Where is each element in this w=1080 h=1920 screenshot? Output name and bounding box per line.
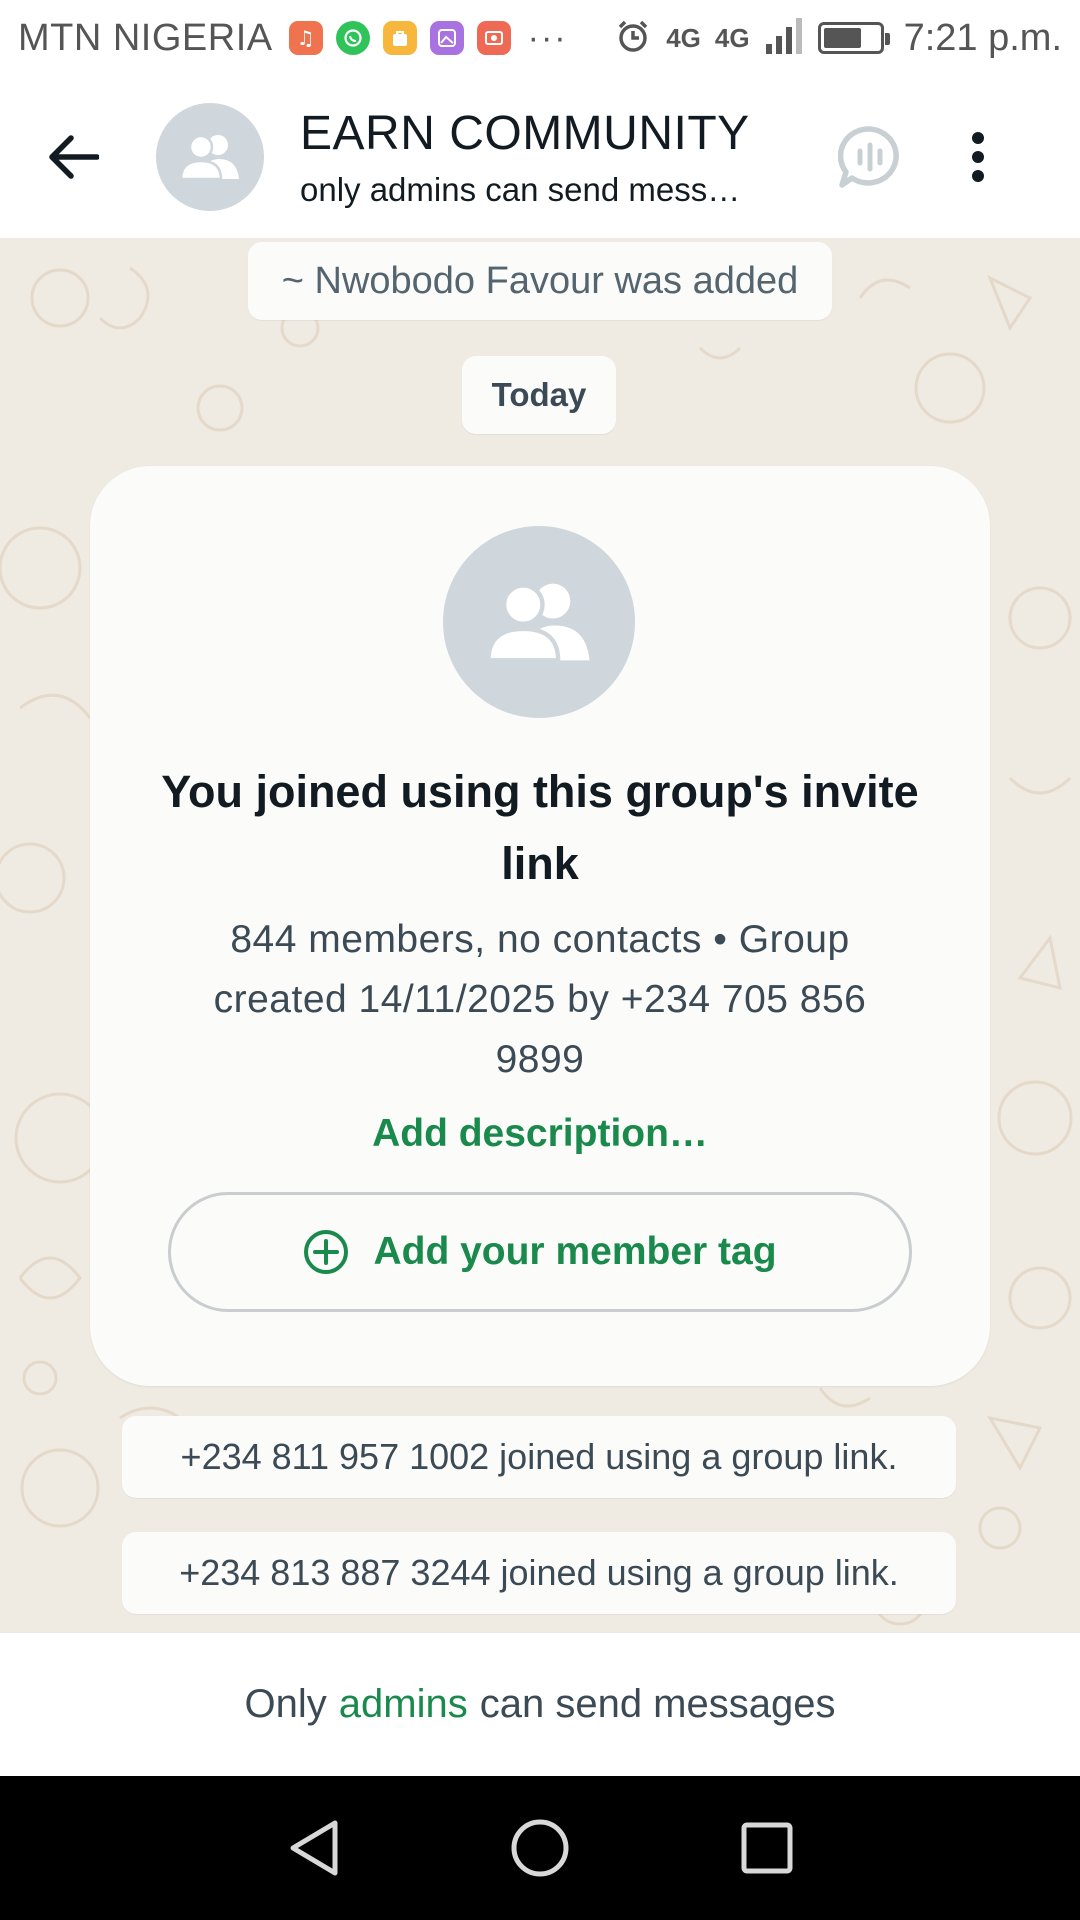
admins-only-footer: Only admins can send messages <box>0 1632 1080 1776</box>
whatsapp-icon <box>335 21 370 55</box>
chat-area[interactable]: ~ Nwobodo Favour was added Today You joi… <box>0 238 1080 1632</box>
group-icon <box>179 134 239 181</box>
nav-home-button[interactable] <box>495 1803 585 1893</box>
system-status-icons: 4G 4G 7:21 p.m. <box>614 16 1062 61</box>
nav-recents-button[interactable] <box>722 1803 812 1893</box>
group-icon <box>486 583 590 663</box>
invite-card-title: You joined using this group's invite lin… <box>161 766 919 889</box>
group-avatar-large[interactable] <box>443 526 635 718</box>
group-title: EARN COMMUNITY <box>300 106 750 160</box>
alarm-icon <box>614 17 652 60</box>
more-notifications-icon: ··· <box>527 18 568 57</box>
back-button[interactable] <box>28 112 118 202</box>
nav-home-icon <box>511 1819 569 1877</box>
more-vert-icon <box>972 132 984 182</box>
system-navigation-bar <box>0 1776 1080 1920</box>
add-description-link[interactable]: Add description… <box>240 1112 840 1156</box>
network-type-2: 4G <box>714 23 750 53</box>
gallery-icon <box>429 21 464 55</box>
footer-text-prefix: Only <box>244 1682 327 1726</box>
status-bar: MTN NIGERIA ♫ ··· 4G 4G 7:21 p.m. <box>0 0 1080 76</box>
battery-level-fill <box>823 28 862 48</box>
add-member-tag-label: Add your member tag <box>373 1230 777 1273</box>
voice-chat-button[interactable] <box>830 117 910 197</box>
signal-icon <box>764 16 804 61</box>
footer-text-suffix: can send messages <box>479 1682 836 1726</box>
voice-chat-icon <box>838 126 899 188</box>
group-subtitle: only admins can send mess… <box>300 170 741 208</box>
group-meta-info: 844 members, no contacts • Group created… <box>213 918 867 1081</box>
chat-header: EARN COMMUNITY only admins can send mess… <box>0 76 1080 238</box>
notification-icons: ♫ ··· <box>288 18 568 58</box>
screen-recorder-icon <box>476 21 511 55</box>
overflow-menu-button[interactable] <box>948 112 1008 202</box>
network-type-1: 4G <box>666 23 701 53</box>
carrier-name: MTN NIGERIA <box>18 16 273 59</box>
add-member-tag-button[interactable]: Add your member tag <box>168 1192 912 1312</box>
nav-back-button[interactable] <box>268 1803 358 1893</box>
invite-link-card: You joined using this group's invite lin… <box>90 466 990 1386</box>
music-app-icon: ♫ <box>288 21 323 55</box>
group-info[interactable]: EARN COMMUNITY only admins can send mess… <box>300 106 810 209</box>
group-avatar[interactable] <box>156 103 264 211</box>
system-message-joined: +234 813 887 3244 joined using a group l… <box>122 1532 956 1614</box>
back-arrow-icon <box>49 135 99 179</box>
system-message-added: ~ Nwobodo Favour was added <box>248 242 832 320</box>
system-message-joined: +234 811 957 1002 joined using a group l… <box>122 1416 956 1498</box>
nav-recents-icon <box>741 1822 793 1874</box>
nav-back-icon <box>290 1820 338 1876</box>
bag-app-icon <box>382 21 417 55</box>
add-circle-icon <box>304 1230 349 1274</box>
battery-icon <box>817 22 890 54</box>
clock: 7:21 p.m. <box>903 16 1062 59</box>
date-divider: Today <box>462 356 616 434</box>
admins-link[interactable]: admins <box>339 1682 468 1727</box>
